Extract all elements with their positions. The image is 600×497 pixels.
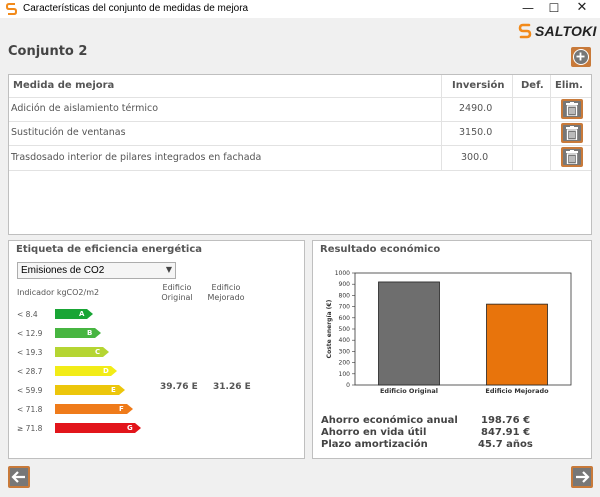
saltoki-s-logo-icon <box>518 23 532 39</box>
category-label: Edificio Original <box>380 387 438 395</box>
rating-letter: D <box>103 367 109 375</box>
economic-panel-title: Resultado económico <box>320 244 441 255</box>
indicator-select[interactable]: Emisiones de CO2 ▼ <box>17 262 176 279</box>
lifetime-savings-label: Ahorro en vida útil <box>321 427 427 438</box>
payback-value: 45.7 años <box>478 439 533 450</box>
y-axis-label: Coste energía (€) <box>326 299 333 358</box>
y-tick-label: 900 <box>339 281 351 288</box>
page-title: Conjunto 2 <box>8 44 88 59</box>
y-tick-label: 300 <box>339 348 351 355</box>
y-tick-label: 1000 <box>335 270 350 277</box>
y-tick-label: 800 <box>339 292 351 299</box>
rating-limit-label: < 19.3 <box>17 348 43 357</box>
y-tick-label: 400 <box>339 337 351 344</box>
annual-savings-value: 198.76 € <box>481 415 531 426</box>
delete-measure-button[interactable] <box>561 99 583 119</box>
category-label: Edificio Mejorado <box>485 387 549 395</box>
indicator-unit-label: Indicador kgCO2/m2 <box>17 288 100 297</box>
previous-button[interactable] <box>8 466 30 488</box>
rating-arrow-g: G <box>55 423 141 433</box>
add-measure-button[interactable] <box>571 47 591 67</box>
bar-original <box>378 281 440 386</box>
original-rating-value: 39.76 E <box>160 382 198 392</box>
bar-improved <box>486 303 548 386</box>
original-building-header: Edificio Original <box>161 283 193 302</box>
rating-letter: F <box>119 405 124 413</box>
measure-name: Trasdosado interior de pilares integrado… <box>11 152 262 163</box>
rating-arrow-f: F <box>55 404 133 414</box>
energy-label-panel: Etiqueta de eficiencia energética Emisio… <box>8 240 305 459</box>
rating-arrow-d: D <box>55 366 117 376</box>
rating-limit-label: ≥ 71.8 <box>17 424 43 433</box>
economic-result-panel: Resultado económico 0 100 200 300 400 500 600 7… <box>312 240 592 459</box>
delete-measure-button[interactable] <box>561 123 583 143</box>
y-tick-label: 700 <box>339 304 351 311</box>
rating-limit-label: < 12.9 <box>17 329 43 338</box>
energy-panel-title: Etiqueta de eficiencia energética <box>16 244 203 255</box>
title-bar: Características del conjunto de medidas … <box>0 0 600 18</box>
energy-cost-chart: 0 100 200 300 400 500 600 700 800 900 1000 Coste en… <box>326 270 572 395</box>
rating-limit-label: < 71.8 <box>17 405 43 414</box>
y-tick-label: 600 <box>339 315 351 322</box>
payback-label: Plazo amortización <box>321 439 428 450</box>
rating-arrow-a: A <box>55 309 93 319</box>
rating-letter: A <box>79 310 85 318</box>
measure-investment: 2490.0 <box>459 103 493 114</box>
rating-arrow-e: E <box>55 385 125 395</box>
close-button[interactable]: ✕ <box>568 0 596 18</box>
arrow-left-icon <box>11 471 25 483</box>
brand-name: SALTOKI <box>535 23 597 39</box>
rating-arrow-c: C <box>55 347 109 357</box>
header-measure: Medida de mejora <box>13 80 115 91</box>
app-icon <box>6 3 17 15</box>
measures-table: Medida de mejora Inversión Def. Elim. Ad… <box>8 74 592 235</box>
rating-limit-label: < 8.4 <box>17 310 38 319</box>
annual-savings-label: Ahorro económico anual <box>321 415 458 426</box>
trash-icon <box>566 102 578 116</box>
trash-icon <box>566 126 578 140</box>
window-title: Características del conjunto de medidas … <box>23 3 249 14</box>
measure-name: Adición de aislamiento térmico <box>11 103 159 114</box>
chevron-down-icon: ▼ <box>165 265 172 274</box>
arrow-right-icon <box>576 471 590 483</box>
lifetime-savings-value: 847.91 € <box>481 427 531 438</box>
header-investment: Inversión <box>452 80 505 91</box>
y-tick-label: 200 <box>339 360 351 367</box>
maximize-button[interactable]: ☐ <box>540 0 568 18</box>
rating-letter: E <box>111 386 116 394</box>
plus-circle-icon <box>573 49 589 65</box>
header-delete: Elim. <box>555 80 583 91</box>
minimize-button[interactable]: — <box>514 0 542 18</box>
improved-building-header: Edificio Mejorado <box>207 283 245 302</box>
y-tick-label: 0 <box>346 382 350 389</box>
rating-arrow-b: B <box>55 328 101 338</box>
rating-letter: G <box>127 424 133 432</box>
y-tick-label: 500 <box>339 326 351 333</box>
rating-limit-label: < 59.9 <box>17 386 43 395</box>
measure-investment: 300.0 <box>461 152 489 163</box>
measure-investment: 3150.0 <box>459 127 493 138</box>
delete-measure-button[interactable] <box>561 147 583 167</box>
rating-limit-label: < 28.7 <box>17 367 43 376</box>
measure-name: Sustitución de ventanas <box>11 127 126 138</box>
trash-icon <box>566 150 578 164</box>
indicator-select-value: Emisiones de CO2 <box>21 265 105 276</box>
header-default: Def. <box>521 80 544 91</box>
y-tick-label: 100 <box>339 371 351 378</box>
saltoki-logo: SALTOKI <box>518 22 597 40</box>
improved-rating-value: 31.26 E <box>213 382 251 392</box>
next-button[interactable] <box>571 466 593 488</box>
rating-letter: B <box>87 329 93 337</box>
rating-letter: C <box>95 348 101 356</box>
